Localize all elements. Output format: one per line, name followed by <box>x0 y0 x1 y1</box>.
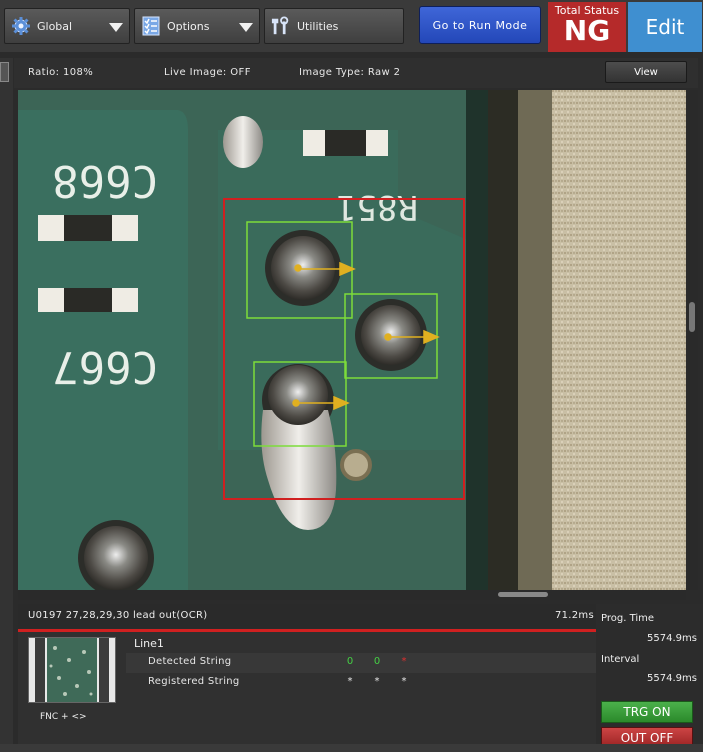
tool-name-text: U0197 27,28,29,30 lead out(OCR) <box>28 610 208 621</box>
registered-string-row: Registered String * * * <box>126 673 596 693</box>
line-label: Line1 <box>134 637 164 650</box>
detected-char-3: * <box>401 656 407 667</box>
tool-time-text: 71.2ms <box>554 610 594 621</box>
ocr-thumbnail[interactable] <box>28 637 116 703</box>
prog-time-value: 5574.9ms <box>647 633 697 644</box>
registered-char-1: * <box>347 676 353 687</box>
silkscreen-r851: R851 <box>336 187 418 227</box>
detected-char-2: 0 <box>373 656 381 667</box>
edit-button[interactable]: Edit <box>628 2 702 52</box>
options-label: Options <box>167 19 210 33</box>
chevron-down-icon <box>109 23 123 32</box>
result-header: U0197 27,28,29,30 lead out(OCR) 71.2ms <box>18 604 596 628</box>
chevron-down-icon <box>239 23 253 32</box>
tools-icon <box>271 16 291 36</box>
registered-string-label: Registered String <box>148 676 240 687</box>
ratio-text: Ratio: 108% <box>28 67 94 78</box>
detected-string-row: Detected String 0 0 * <box>126 653 596 673</box>
toolbar: Global Options Utilities Go to Run Mode … <box>0 0 703 52</box>
utilities-menu-button[interactable]: Utilities <box>264 8 404 44</box>
options-menu-button[interactable]: Options <box>134 8 260 44</box>
bottom-tab-strip <box>0 744 703 752</box>
vertical-scroll-thumb[interactable] <box>689 302 695 332</box>
detected-string-label: Detected String <box>148 656 232 667</box>
interval-label: Interval <box>601 654 640 665</box>
global-menu-button[interactable]: Global <box>4 8 130 44</box>
registered-char-3: * <box>401 676 407 687</box>
checklist-icon <box>141 16 161 36</box>
pcb-image: C668 R851 C667 <box>18 90 686 590</box>
live-image-text: Live Image: OFF <box>164 67 251 78</box>
timing-panel: Prog. Time 5574.9ms Interval 5574.9ms TR… <box>596 604 703 752</box>
utilities-label: Utilities <box>297 19 339 33</box>
interval-value: 5574.9ms <box>647 673 697 684</box>
global-label: Global <box>37 19 73 33</box>
prog-time-label: Prog. Time <box>601 613 655 624</box>
gear-icon <box>11 16 31 36</box>
registered-char-2: * <box>374 676 380 687</box>
detected-char-1: 0 <box>346 656 354 667</box>
total-status-value: NG <box>563 14 611 47</box>
vertical-scrollbar[interactable] <box>688 90 698 590</box>
total-status-badge: Total Status NG <box>548 2 626 52</box>
trg-on-button[interactable]: TRG ON <box>601 701 693 723</box>
view-button[interactable]: View <box>605 61 687 83</box>
horizontal-scroll-thumb[interactable] <box>498 592 548 597</box>
camera-image[interactable]: C668 R851 C667 <box>18 90 686 590</box>
info-bar: Ratio: 108% Live Image: OFF Image Type: … <box>14 58 698 88</box>
horizontal-scrollbar[interactable] <box>18 590 686 600</box>
go-to-run-mode-button[interactable]: Go to Run Mode <box>419 6 541 44</box>
silkscreen-c668: C668 <box>52 155 158 206</box>
fnc-label: FNC + <> <box>40 712 87 722</box>
result-panel: FNC + <> Line1 Detected String 0 0 * Reg… <box>18 632 596 752</box>
left-strip <box>0 58 13 752</box>
silkscreen-c667: C667 <box>52 341 158 392</box>
left-panel-toggle[interactable] <box>0 62 9 82</box>
image-type-text: Image Type: Raw 2 <box>299 67 401 78</box>
